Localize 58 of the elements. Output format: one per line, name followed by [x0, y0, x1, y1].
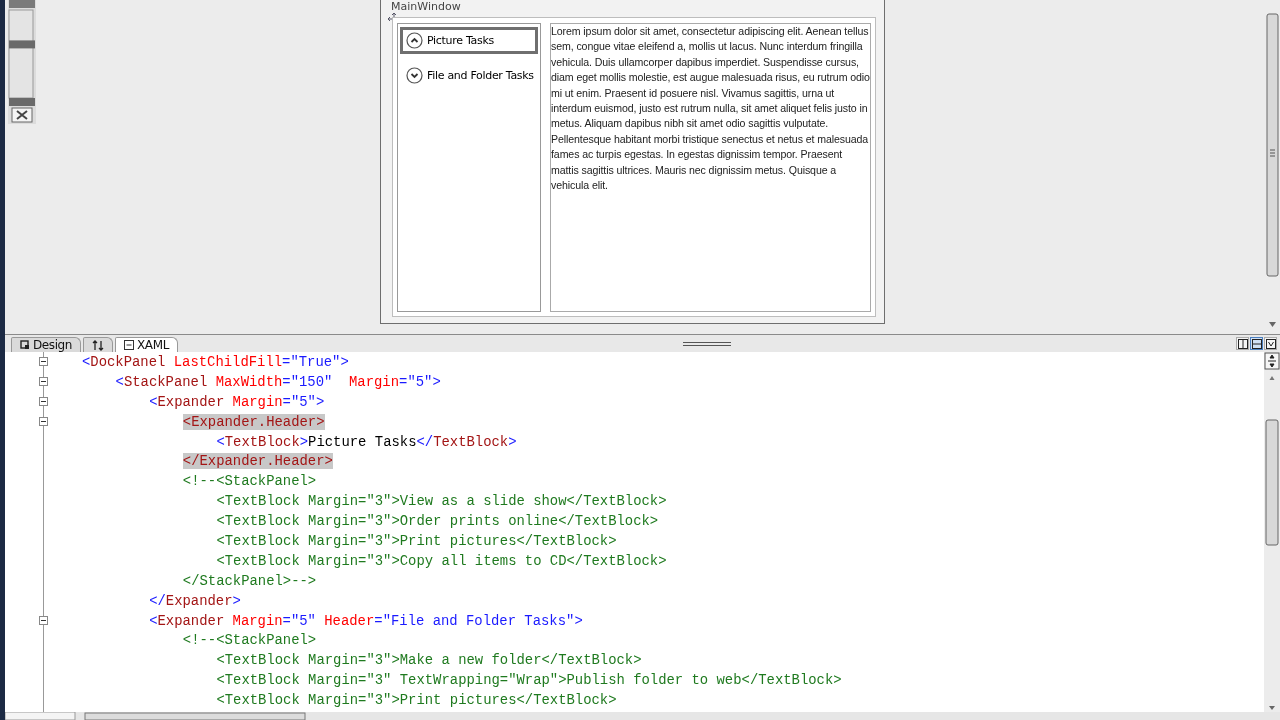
code-comment: <TextBlock Margin="3">Print pictures</TextBlock>	[216, 692, 617, 709]
view-tab[interactable]: Design	[11, 337, 82, 352]
attribute-name: LastChildFill	[172, 353, 283, 370]
code-punctuation: >	[315, 393, 325, 410]
code-punctuation: <	[216, 433, 225, 450]
attribute-value: "5"	[407, 373, 433, 390]
attribute-name: Margin	[231, 393, 283, 410]
code-punctuation: =	[374, 612, 383, 629]
code-punctuation: </	[149, 592, 166, 609]
element-name: StackPanel	[123, 373, 208, 390]
view-tab[interactable]: XAML	[115, 337, 178, 352]
code-comment: </StackPanel>-->	[182, 572, 317, 589]
attribute-value: "5"	[290, 612, 316, 629]
attribute-value: "True"	[290, 353, 341, 370]
element-name: TextBlock	[224, 433, 300, 450]
expander-header[interactable]: Picture Tasks	[400, 27, 538, 54]
code-punctuation: <	[149, 612, 158, 629]
code-punctuation: =	[282, 373, 291, 390]
attribute-value: "5"	[290, 393, 316, 410]
content-text: Lorem ipsum dolor sit amet, consectetur adipiscing elit. Aenean tellus sem, congue vitae eleifend a, mollis ut lacus. Nunc interdum fringilla vehicula. Duis ullamcorper dapibus imperdiet. Suspendisse cursus, diam eget mollis molestie, est augue malesuada risus, eu rutrum odio mi ut enim. Praesent id posuere nisl. Vivamus sagittis, urna ut interdum euismod, justo est rutrum nulla, sit amet aliquet felis justo in metus. Aliquam dapibus nibh sit amet odio sagittis vulputate. Pellentesque habitant morbi tristique senectus et netus et malesuada fames ac turpis egestas. In egestas dignissim tempor. Praesent mattis sagittis ultrices. Mauris nec dignissim metus. Quisque a vehicula elit.	[550, 23, 871, 312]
attribute-name: MaxWidth	[214, 373, 283, 390]
code-comment: <TextBlock Margin="3">Copy all items to CD</TextBlock>	[216, 552, 667, 569]
code-punctuation: </	[416, 433, 434, 450]
code-punctuation: =	[399, 373, 408, 390]
attribute-value: "File and Folder Tasks"	[382, 612, 575, 629]
element-name: Expander	[157, 393, 225, 410]
code-punctuation: =	[282, 353, 291, 370]
code-comment: <TextBlock Margin="3">Make a new folder</TextBlock>	[216, 652, 642, 669]
code-punctuation: <	[149, 393, 158, 410]
code-punctuation: =	[282, 393, 291, 410]
code-punctuation: >	[508, 433, 517, 450]
code-punctuation: <	[82, 353, 91, 370]
expander-header[interactable]: File and Folder Tasks	[400, 62, 538, 89]
element-name: TextBlock	[433, 433, 509, 450]
code-punctuation: >	[432, 373, 441, 390]
code-comment: <TextBlock Margin="3">Print pictures</TextBlock>	[216, 532, 617, 549]
code-comment: <TextBlock Margin="3" TextWrapping="Wrap">Publish folder to web</TextBlock>	[216, 672, 842, 689]
code-text: Picture Tasks	[308, 433, 417, 450]
element-name: Expander	[157, 612, 225, 629]
matched-tag: </Expander.Header>	[182, 453, 333, 470]
code-comment: <!--<StackPanel>	[182, 632, 317, 649]
attribute-name: Margin	[348, 373, 400, 390]
code-punctuation: >	[299, 433, 309, 450]
window-title: MainWindow	[391, 1, 461, 13]
matched-tag: <Expander.Header>	[182, 413, 325, 430]
attribute-name: Header	[323, 612, 375, 629]
attribute-value: "150"	[290, 373, 333, 390]
code-comment: <!--<StackPanel>	[182, 473, 317, 490]
element-name: DockPanel	[90, 353, 166, 370]
element-name: Expander	[165, 592, 233, 609]
code-comment: <TextBlock Margin="3">View as a slide show</TextBlock>	[216, 493, 667, 510]
code-punctuation: <	[115, 373, 124, 390]
code-punctuation: =	[282, 612, 291, 629]
code-comment: <TextBlock Margin="3">Order prints online</TextBlock>	[216, 513, 659, 530]
code-punctuation: >	[340, 353, 349, 370]
code-punctuation: >	[232, 592, 241, 609]
code-punctuation: >	[574, 612, 583, 629]
attribute-name: Margin	[231, 612, 283, 629]
